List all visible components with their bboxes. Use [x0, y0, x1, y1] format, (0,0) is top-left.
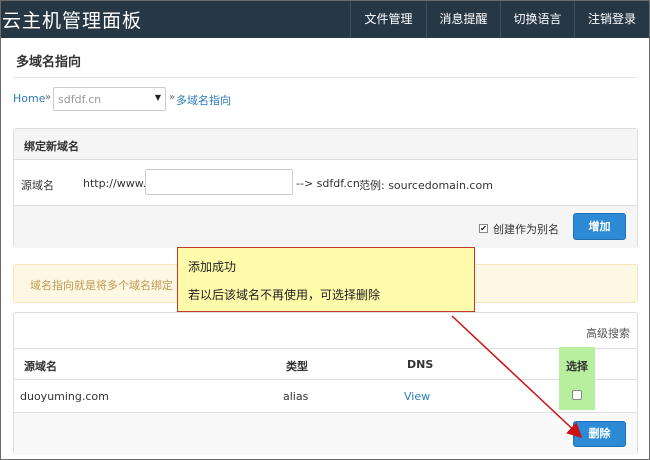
breadcrumb-current[interactable]: 多域名指向 — [176, 92, 231, 108]
row-select-checkbox[interactable] — [572, 390, 582, 400]
table-footer: 删除 — [14, 413, 637, 455]
top-bar: 云主机管理面板 文件管理 消息提醒 切换语言 注销登录 — [1, 1, 649, 38]
info-alert-text: 域名指向就是将多个域名绑定 — [30, 279, 173, 292]
tooltip-callout: 添加成功 若以后该域名不再使用，可选择删除 — [177, 247, 475, 312]
column-header-dns: DNS — [407, 358, 434, 371]
tooltip-title: 添加成功 — [188, 260, 237, 274]
table-divider — [14, 379, 637, 380]
url-prefix: http://www. — [83, 177, 147, 190]
panel-heading: 绑定新域名 — [14, 129, 637, 160]
table-divider — [14, 348, 637, 349]
add-button[interactable]: 增加 — [573, 213, 626, 240]
domain-table-panel: 高级搜索 源域名 类型 DNS duoyuming.com alias View… — [13, 312, 638, 455]
top-nav: 文件管理 消息提醒 切换语言 注销登录 — [350, 1, 649, 38]
caret-down-icon: ▼ — [154, 93, 161, 102]
advanced-search-link[interactable]: 高级搜索 — [586, 325, 630, 341]
title-divider — [13, 77, 637, 78]
column-header-source: 源域名 — [24, 360, 57, 373]
app-title: 云主机管理面板 — [2, 10, 143, 32]
domain-select[interactable]: sdfdf.cn ▼ — [53, 87, 166, 111]
row-source-domain: duoyuming.com — [20, 390, 109, 403]
source-domain-label: 源域名 — [21, 179, 54, 192]
nav-switch-language[interactable]: 切换语言 — [500, 1, 574, 38]
nav-file-manager[interactable]: 文件管理 — [350, 1, 426, 38]
example-hint: 范例: sourcedomain.com — [359, 179, 493, 192]
domain-select-value: sdfdf.cn — [58, 93, 102, 106]
source-domain-input[interactable] — [145, 169, 293, 195]
bind-domain-panel: 绑定新域名 源域名 http://www. --> sdfdf.cn 范例: s… — [13, 128, 638, 248]
panel-footer: ✔ 创建作为别名 增加 — [14, 206, 637, 248]
tooltip-message: 若以后该域名不再使用，可选择删除 — [188, 288, 381, 302]
column-header-select: 选择 — [566, 360, 588, 373]
nav-notifications[interactable]: 消息提醒 — [426, 1, 500, 38]
alias-checkbox-label[interactable]: 创建作为别名 — [493, 221, 559, 237]
breadcrumb-separator: » — [169, 92, 176, 103]
nav-logout[interactable]: 注销登录 — [574, 1, 649, 38]
select-column-highlight: 选择 — [559, 347, 595, 410]
panel-heading-text: 绑定新域名 — [24, 140, 79, 153]
row-dns-view-link[interactable]: View — [404, 390, 430, 403]
row-type: alias — [283, 390, 309, 403]
page-title: 多域名指向 — [16, 55, 82, 70]
target-domain-suffix: --> sdfdf.cn — [296, 177, 360, 190]
breadcrumb-separator: » — [45, 92, 52, 103]
breadcrumb-home-link[interactable]: Home — [13, 92, 45, 105]
alias-checkbox[interactable]: ✔ — [479, 224, 488, 233]
delete-button[interactable]: 删除 — [573, 421, 626, 447]
column-header-type: 类型 — [286, 360, 308, 373]
